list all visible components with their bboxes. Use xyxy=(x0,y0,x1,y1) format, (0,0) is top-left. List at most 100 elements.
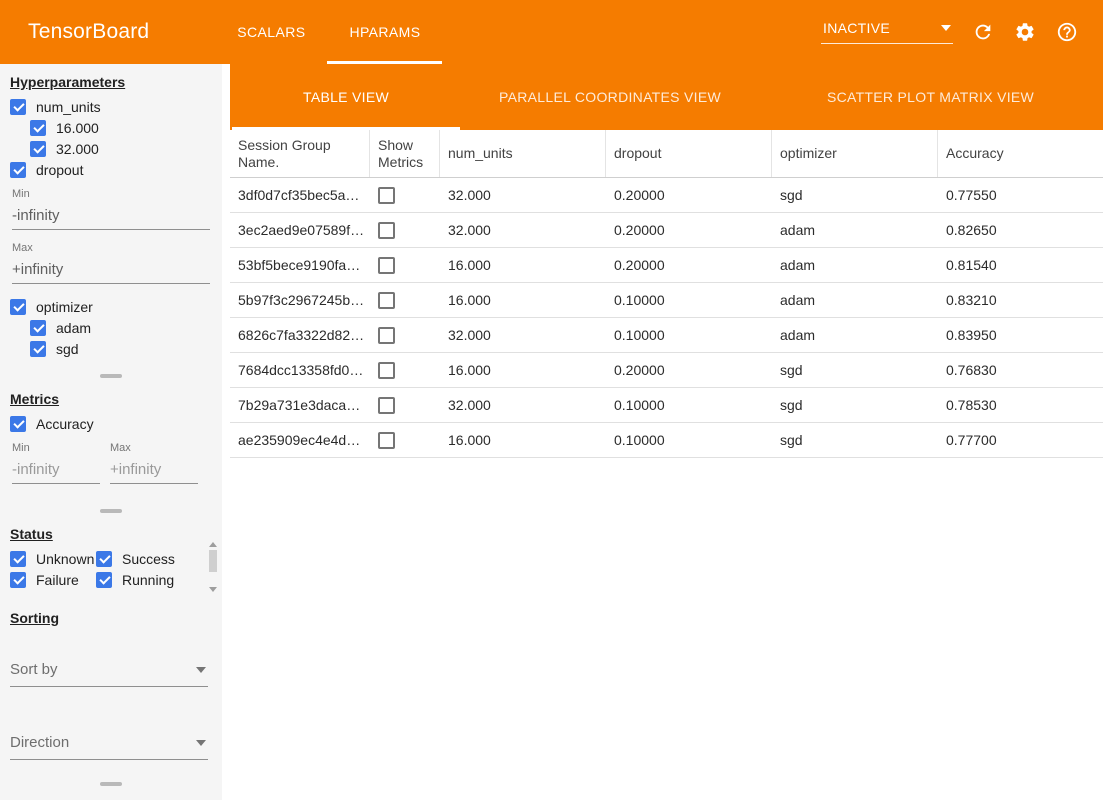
checkbox-icon[interactable] xyxy=(30,341,46,357)
show-metrics-cell xyxy=(370,397,440,414)
num-units-cell: 32.000 xyxy=(440,222,606,238)
checkbox-icon[interactable] xyxy=(10,551,26,567)
checkbox-num-units-32[interactable]: 32.000 xyxy=(30,138,212,159)
metrics-max-input[interactable] xyxy=(110,458,198,484)
show-metrics-checkbox[interactable] xyxy=(378,432,395,449)
column-header-num-units[interactable]: num_units xyxy=(440,130,606,177)
checkbox-icon[interactable] xyxy=(10,99,26,115)
status-scrollbar[interactable] xyxy=(208,542,218,592)
table-header: Session Group Name. Show Metrics num_uni… xyxy=(230,130,1103,178)
dropout-cell: 0.20000 xyxy=(606,362,772,378)
tab-parallel-coordinates-view[interactable]: PARALLEL COORDINATES VIEW xyxy=(462,64,758,130)
status-checkbox-grid: Unknown Success Failure Running xyxy=(10,548,212,590)
scrollbar-thumb[interactable] xyxy=(209,550,217,572)
dropout-cell: 0.20000 xyxy=(606,257,772,273)
accuracy-cell: 0.83210 xyxy=(938,292,1103,308)
session-group-name-cell: 5b97f3c2967245b… xyxy=(230,292,370,308)
checkbox-num-units-16[interactable]: 16.000 xyxy=(30,117,212,138)
table-row: 7684dcc13358fd0… 16.000 0.20000 sgd 0.76… xyxy=(230,353,1103,388)
dropout-cell: 0.20000 xyxy=(606,222,772,238)
checkbox-icon[interactable] xyxy=(96,551,112,567)
column-header-session-group-name[interactable]: Session Group Name. xyxy=(230,130,370,177)
settings-gear-icon[interactable] xyxy=(1013,20,1037,44)
checkbox-icon[interactable] xyxy=(10,299,26,315)
direction-select[interactable]: Direction xyxy=(10,725,208,760)
reload-status-value: INACTIVE xyxy=(823,20,890,36)
optimizer-cell: adam xyxy=(772,222,938,238)
app-header: TensorBoard SCALARS HPARAMS INACTIVE xyxy=(0,0,1103,64)
checkbox-num-units[interactable]: num_units xyxy=(10,96,212,117)
show-metrics-checkbox[interactable] xyxy=(378,222,395,239)
optimizer-cell: sgd xyxy=(772,362,938,378)
num-units-cell: 16.000 xyxy=(440,362,606,378)
show-metrics-checkbox[interactable] xyxy=(378,257,395,274)
sort-by-select[interactable]: Sort by xyxy=(10,652,208,687)
show-metrics-checkbox[interactable] xyxy=(378,362,395,379)
metrics-max-field: Max xyxy=(110,442,198,484)
reload-status-select[interactable]: INACTIVE xyxy=(821,20,953,44)
header-nav-tabs: SCALARS HPARAMS xyxy=(215,0,442,64)
table-row: 3df0d7cf35bec5a… 32.000 0.20000 sgd 0.77… xyxy=(230,178,1103,213)
max-label: Max xyxy=(110,442,198,454)
view-tabs: TABLE VIEW PARALLEL COORDINATES VIEW SCA… xyxy=(230,64,1103,130)
tab-hparams[interactable]: HPARAMS xyxy=(327,0,442,64)
checkbox-icon[interactable] xyxy=(10,416,26,432)
section-resize-handle[interactable] xyxy=(100,782,122,786)
show-metrics-cell xyxy=(370,327,440,344)
checkbox-status-running[interactable]: Running xyxy=(96,569,194,590)
checkbox-optimizer-adam[interactable]: adam xyxy=(30,317,212,338)
tab-scatter-plot-matrix-view[interactable]: SCATTER PLOT MATRIX VIEW xyxy=(758,64,1103,130)
checkbox-optimizer-sgd[interactable]: sgd xyxy=(30,338,212,359)
checkbox-icon[interactable] xyxy=(10,572,26,588)
checkbox-icon[interactable] xyxy=(30,141,46,157)
checkbox-icon[interactable] xyxy=(96,572,112,588)
status-section: Status Unknown Success Failure Running xyxy=(0,520,222,596)
num-units-cell: 32.000 xyxy=(440,187,606,203)
column-header-show-metrics[interactable]: Show Metrics xyxy=(370,130,440,177)
section-resize-handle[interactable] xyxy=(100,509,122,513)
dropout-max-input[interactable] xyxy=(12,258,210,284)
checkbox-icon[interactable] xyxy=(30,320,46,336)
refresh-icon[interactable] xyxy=(971,20,995,44)
checkbox-dropout[interactable]: dropout xyxy=(10,159,212,180)
tab-table-view[interactable]: TABLE VIEW xyxy=(230,64,462,130)
num-units-cell: 16.000 xyxy=(440,292,606,308)
show-metrics-checkbox[interactable] xyxy=(378,327,395,344)
session-group-name-cell: 3ec2aed9e07589f… xyxy=(230,222,370,238)
checkbox-status-unknown[interactable]: Unknown xyxy=(10,548,96,569)
dropout-cell: 0.10000 xyxy=(606,327,772,343)
checkbox-status-success[interactable]: Success xyxy=(96,548,194,569)
checkbox-optimizer[interactable]: optimizer xyxy=(10,296,212,317)
section-resize-handle[interactable] xyxy=(100,374,122,378)
accuracy-cell: 0.78530 xyxy=(938,397,1103,413)
metrics-minmax: Min Max xyxy=(12,442,212,484)
session-group-name-cell: 7684dcc13358fd0… xyxy=(230,362,370,378)
metrics-min-input[interactable] xyxy=(12,458,100,484)
dropout-min-input[interactable] xyxy=(12,204,210,230)
scroll-down-icon[interactable] xyxy=(209,587,217,592)
column-header-accuracy[interactable]: Accuracy xyxy=(938,130,1103,177)
chevron-down-icon xyxy=(196,667,206,673)
checkbox-status-failure[interactable]: Failure xyxy=(10,569,96,590)
checkbox-accuracy[interactable]: Accuracy xyxy=(10,413,212,434)
column-header-dropout[interactable]: dropout xyxy=(606,130,772,177)
hyperparameters-section: Hyperparameters num_units 16.000 32.000 … xyxy=(0,68,222,365)
show-metrics-checkbox[interactable] xyxy=(378,292,395,309)
num-units-cell: 16.000 xyxy=(440,432,606,448)
table-row: ae235909ec4e4d… 16.000 0.10000 sgd 0.777… xyxy=(230,423,1103,458)
show-metrics-cell xyxy=(370,257,440,274)
chevron-down-icon xyxy=(941,25,951,31)
tab-scalars[interactable]: SCALARS xyxy=(215,0,327,64)
checkbox-icon[interactable] xyxy=(30,120,46,136)
show-metrics-checkbox[interactable] xyxy=(378,187,395,204)
scroll-up-icon[interactable] xyxy=(209,542,217,547)
help-icon[interactable] xyxy=(1055,20,1079,44)
paging-section: Paging Number of matching session groups… xyxy=(0,793,222,800)
accuracy-cell: 0.76830 xyxy=(938,362,1103,378)
checkbox-label: Accuracy xyxy=(36,416,94,432)
column-header-optimizer[interactable]: optimizer xyxy=(772,130,938,177)
show-metrics-cell xyxy=(370,292,440,309)
show-metrics-checkbox[interactable] xyxy=(378,397,395,414)
checkbox-icon[interactable] xyxy=(10,162,26,178)
checkbox-label: Failure xyxy=(36,572,79,588)
